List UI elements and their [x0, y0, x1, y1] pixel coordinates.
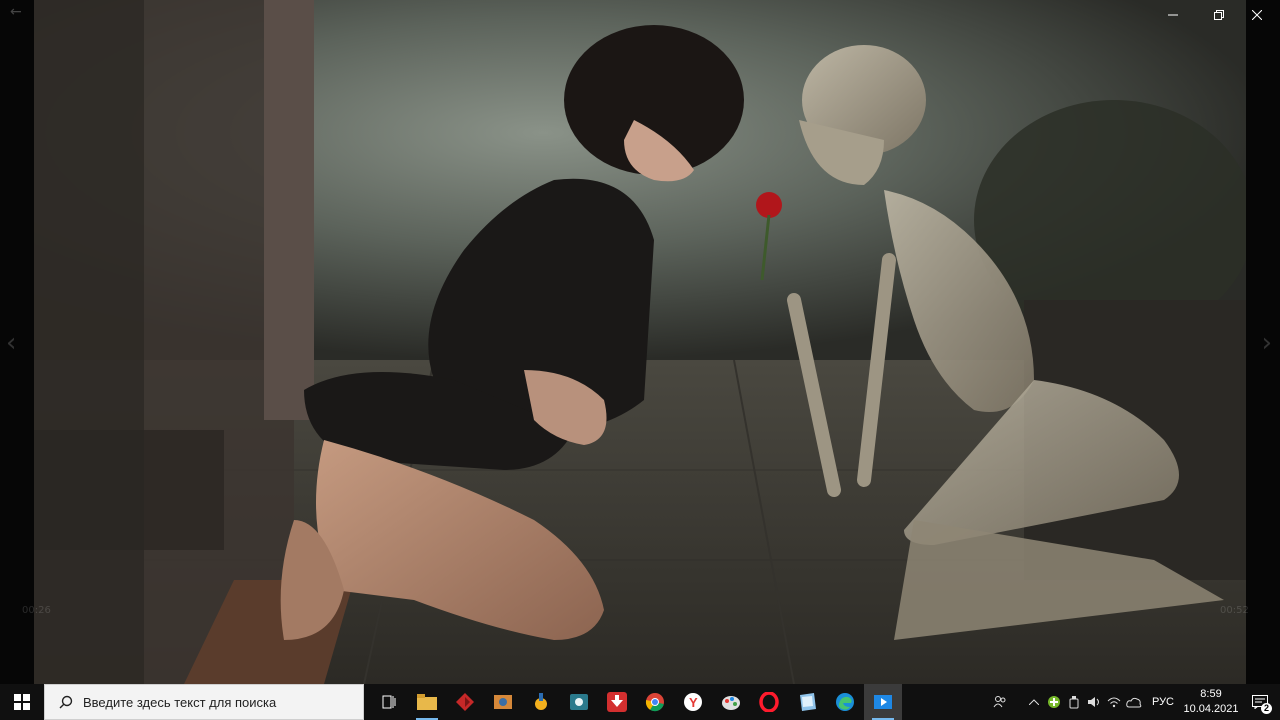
start-button[interactable] — [0, 684, 44, 720]
search-placeholder: Введите здесь текст для поиска — [83, 694, 277, 710]
red-diamond-icon — [456, 693, 474, 711]
yandex-browser-button[interactable]: Y — [674, 684, 712, 720]
weather-cloud-icon[interactable] — [1124, 684, 1144, 720]
restore-icon — [1214, 10, 1224, 20]
edge-icon — [836, 693, 854, 711]
notes-icon — [800, 693, 816, 711]
yandex-icon: Y — [684, 693, 702, 711]
notes-app-button[interactable] — [788, 684, 826, 720]
photo-canvas[interactable] — [34, 0, 1246, 684]
search-icon — [59, 695, 73, 709]
people-icon[interactable] — [990, 684, 1010, 720]
notification-count-badge: 2 — [1260, 703, 1272, 714]
video-player-button[interactable] — [864, 684, 902, 720]
photo-image — [34, 0, 1246, 684]
close-button[interactable] — [1234, 0, 1280, 30]
system-tray: РУС 8:59 10.04.2021 2 — [990, 684, 1280, 720]
action-center-button[interactable]: 2 — [1240, 684, 1280, 720]
media-time-elapsed: 00:26 — [22, 605, 51, 616]
next-arrow-icon[interactable]: › — [1262, 328, 1272, 358]
torrent-app-button[interactable] — [522, 684, 560, 720]
close-icon — [1252, 10, 1262, 20]
photo-viewer-window: ← ‹ › 00:26 00:52 — [0, 0, 1280, 684]
usb-device-icon[interactable] — [1064, 684, 1084, 720]
paint-icon — [722, 696, 740, 710]
download-icon — [607, 692, 627, 712]
minimize-button[interactable] — [1150, 0, 1196, 30]
torrent-icon — [535, 693, 547, 710]
green-plus-icon[interactable] — [1044, 684, 1064, 720]
chrome-icon — [645, 693, 664, 712]
taskbar: Введите здесь текст для поиска Y РУС 8:5… — [0, 684, 1280, 720]
back-arrow-icon[interactable]: ← — [10, 4, 22, 20]
windows-logo-icon — [14, 694, 30, 710]
clock-date: 10.04.2021 — [1183, 703, 1239, 715]
opera-button[interactable] — [750, 684, 788, 720]
photo-editor-icon — [494, 695, 512, 709]
show-hidden-icons-chevron-icon[interactable] — [1024, 684, 1044, 720]
search-box[interactable]: Введите здесь текст для поиска — [44, 684, 364, 720]
minimize-icon — [1168, 14, 1178, 16]
file-explorer-button[interactable] — [408, 684, 446, 720]
svg-text:Y: Y — [689, 695, 698, 710]
chrome-button[interactable] — [636, 684, 674, 720]
photo-editor-app-button[interactable] — [484, 684, 522, 720]
clock[interactable]: 8:59 10.04.2021 — [1182, 687, 1240, 717]
task-view-button[interactable] — [370, 684, 408, 720]
recorder-icon — [570, 694, 588, 710]
download-app-button[interactable] — [598, 684, 636, 720]
folder-icon — [417, 694, 437, 710]
edge-button[interactable] — [826, 684, 864, 720]
volume-icon[interactable] — [1084, 684, 1104, 720]
input-language[interactable]: РУС — [1144, 696, 1182, 708]
video-player-icon — [874, 695, 892, 709]
clock-time: 8:59 — [1200, 688, 1222, 700]
wifi-icon[interactable] — [1104, 684, 1124, 720]
media-time-total: 00:52 — [1220, 605, 1249, 616]
red-diamond-app-button[interactable] — [446, 684, 484, 720]
opera-icon — [759, 692, 779, 712]
task-view-icon — [382, 695, 396, 709]
previous-arrow-icon[interactable]: ‹ — [6, 328, 16, 358]
paint-app-button[interactable] — [712, 684, 750, 720]
recorder-app-button[interactable] — [560, 684, 598, 720]
